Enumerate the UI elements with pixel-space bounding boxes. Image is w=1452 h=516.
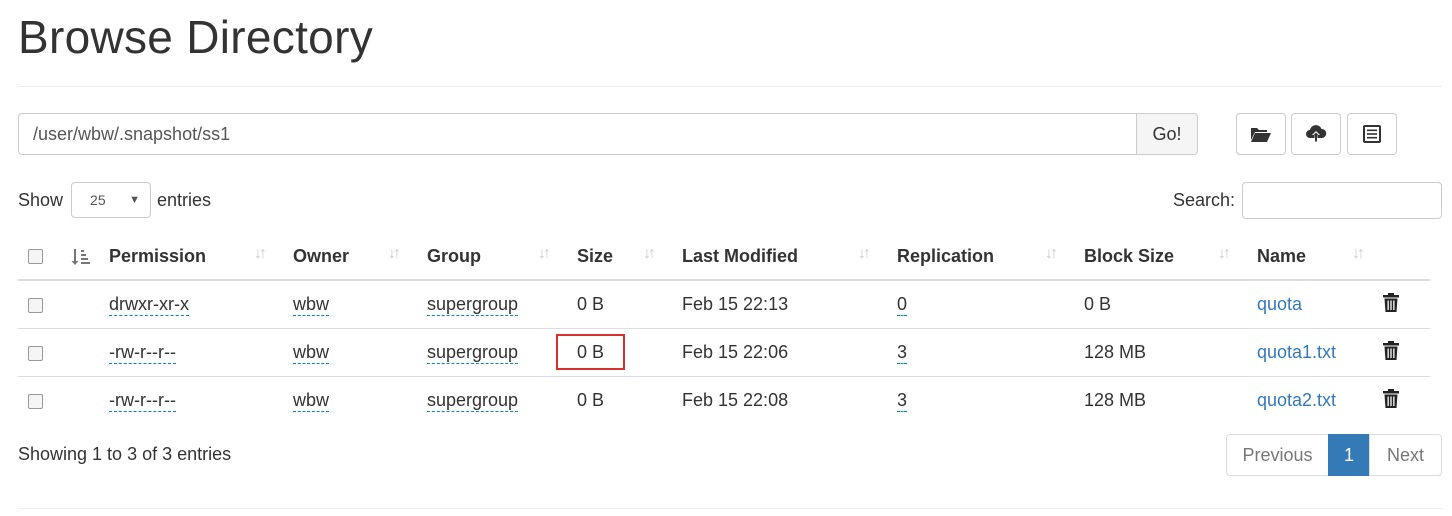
sort-amount-icon [71,248,90,265]
pagination: Previous 1 Next [1226,434,1442,476]
file-name-link[interactable]: quota2.txt [1257,390,1336,410]
owner-cell[interactable]: wbw [293,390,330,412]
path-input[interactable] [18,113,1136,155]
size-cell-highlighted: 0 B [555,334,626,370]
path-bar: Go! [18,113,1198,155]
file-name-link[interactable]: quota1.txt [1257,342,1336,362]
page-length-value: 25 [90,192,106,208]
block-size-cell: 128 MB [1084,342,1147,362]
replication-cell[interactable]: 3 [897,342,908,364]
block-size-cell: 0 B [1084,294,1112,314]
sort-icon: ↓↑ [254,245,267,262]
sort-header[interactable] [70,233,109,281]
entries-label: entries [157,189,212,210]
directory-table: Permission ↓↑ Owner ↓↑ Group ↓↑ Size ↓↑ Last… [18,233,1430,424]
column-header-group[interactable]: Group ↓↑ [427,233,577,281]
group-cell[interactable]: supergroup [427,342,519,364]
size-cell: 0 B [577,294,605,314]
column-header-last-modified[interactable]: Last Modified ↓↑ [682,233,897,281]
column-header-block-size[interactable]: Block Size ↓↑ [1084,233,1257,281]
table-row: -rw-r--r-- wbw supergroup 0 B Feb 15 22:… [18,377,1430,425]
table-header-row: Permission ↓↑ Owner ↓↑ Group ↓↑ Size ↓↑ Last… [18,233,1430,281]
table-row: drwxr-xr-x wbw supergroup 0 B Feb 15 22:… [18,280,1430,329]
sort-icon: ↓↑ [538,245,551,262]
column-header-owner[interactable]: Owner ↓↑ [293,233,427,281]
search-control: Search: [1173,181,1442,219]
select-all-header [18,233,70,281]
file-name-link[interactable]: quota [1257,294,1302,314]
show-label: Show [18,189,64,210]
row-checkbox[interactable] [28,393,43,409]
header-divider [18,86,1442,87]
trash-icon[interactable] [1383,388,1399,408]
page-title: Browse Directory [18,11,373,63]
actions-header [1383,233,1430,281]
upload-file-button[interactable] [1291,113,1341,155]
column-header-permission[interactable]: Permission ↓↑ [109,233,293,281]
go-button[interactable]: Go! [1136,113,1198,155]
page-1-button[interactable]: 1 [1328,434,1370,476]
trash-icon[interactable] [1383,292,1399,312]
modified-cell: Feb 15 22:06 [682,342,789,362]
column-header-name[interactable]: Name ↓↑ [1257,233,1383,281]
select-all-checkbox[interactable] [28,249,43,265]
sort-icon: ↓↑ [643,245,656,262]
column-header-size[interactable]: Size ↓↑ [577,233,682,281]
open-folder-icon [1251,128,1271,142]
table-row: -rw-r--r-- wbw supergroup 0 B Feb 15 22:… [18,328,1430,377]
search-label: Search: [1172,189,1235,210]
replication-cell[interactable]: 3 [897,390,908,412]
table-info: Showing 1 to 3 of 3 entries [18,444,232,464]
create-directory-button[interactable] [1236,113,1286,155]
page-length-select[interactable]: 25 ▼ [71,182,152,218]
modified-cell: Feb 15 22:08 [682,390,789,410]
column-header-replication[interactable]: Replication ↓↑ [897,233,1084,281]
modified-cell: Feb 15 22:13 [682,294,789,314]
block-size-cell: 128 MB [1084,390,1147,410]
group-cell[interactable]: supergroup [427,294,519,316]
row-checkbox[interactable] [28,345,43,361]
replication-cell[interactable]: 0 [897,294,908,316]
sort-icon: ↓↑ [858,245,871,262]
sort-icon: ↓↑ [1352,245,1365,262]
group-cell[interactable]: supergroup [427,390,519,412]
owner-cell[interactable]: wbw [293,294,330,316]
next-page-button[interactable]: Next [1369,434,1442,476]
cut-paste-button[interactable] [1347,113,1397,155]
row-checkbox[interactable] [28,297,43,313]
search-input[interactable] [1242,181,1442,219]
permission-cell[interactable]: drwxr-xr-x [109,294,189,316]
footer-divider [18,508,1442,509]
length-control: Show 25 ▼ entries [18,181,211,219]
chevron-down-icon: ▼ [129,194,141,206]
permission-cell[interactable]: -rw-r--r-- [109,390,176,412]
owner-cell[interactable]: wbw [293,342,330,364]
size-cell: 0 B [577,390,605,410]
sort-icon: ↓↑ [1218,245,1231,262]
previous-page-button[interactable]: Previous [1226,434,1329,476]
cloud-upload-icon [1306,125,1327,142]
list-icon [1363,125,1381,143]
sort-icon: ↓↑ [388,245,401,262]
permission-cell[interactable]: -rw-r--r-- [109,342,176,364]
sort-icon: ↓↑ [1045,245,1058,262]
trash-icon[interactable] [1383,340,1399,360]
